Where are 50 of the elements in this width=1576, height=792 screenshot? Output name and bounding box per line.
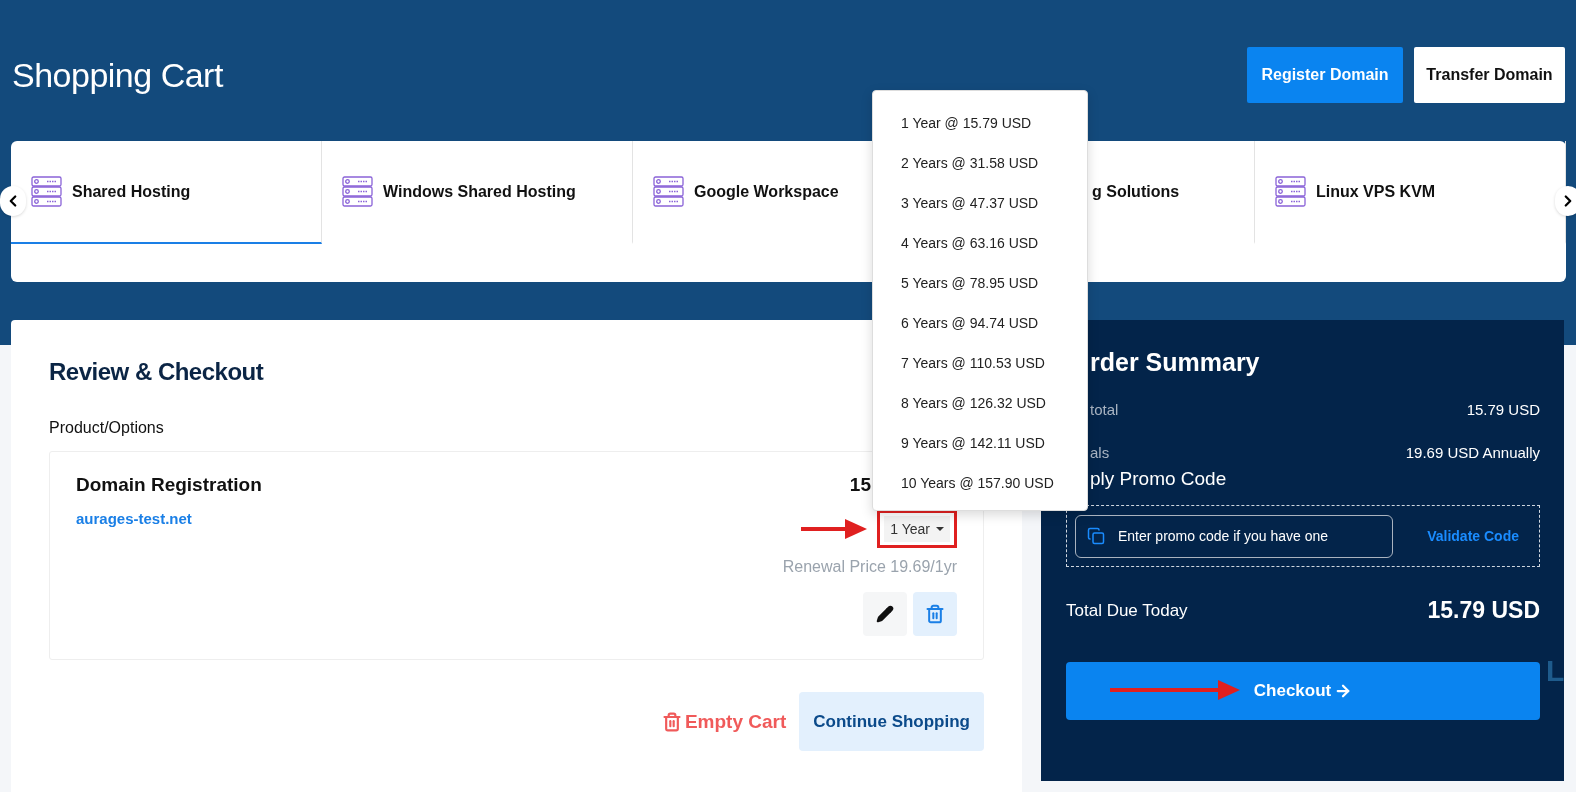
scroll-right-button[interactable] (1555, 186, 1576, 216)
renewal-price: Renewal Price 19.69/1yr (782, 558, 957, 576)
annotation-arrow (801, 518, 868, 540)
domain-link[interactable]: aurages-test.net (76, 510, 262, 527)
summary-label: als (1089, 444, 1110, 461)
period-select[interactable]: 1 Year (884, 516, 950, 542)
tab-label: Linux VPS KVM (1316, 182, 1436, 201)
pencil-icon (876, 605, 894, 623)
product-name: Domain Registration (76, 474, 262, 496)
total-label: Total Due Today (1066, 600, 1188, 621)
section-title: Review & Checkout (49, 358, 264, 386)
delete-button[interactable] (913, 592, 957, 636)
tab-label: Windows Shared Hosting (383, 182, 576, 201)
tab-label: Google Workspace (694, 182, 839, 201)
summary-title: rder Summary (1089, 348, 1261, 377)
promo-code-field[interactable]: Enter promo code if you have one (1075, 514, 1393, 558)
page-title: Shopping Cart (12, 55, 223, 95)
period-option[interactable]: 6 Years @ 94.74 USD (873, 303, 1087, 343)
caret-icon (936, 527, 944, 531)
copy-icon (1087, 526, 1105, 545)
item-price: 15 (849, 474, 871, 496)
server-icon (653, 176, 684, 207)
continue-shopping-button[interactable]: Continue Shopping (799, 692, 984, 751)
column-label: Product/Options (49, 419, 165, 437)
scroll-left-button[interactable] (0, 186, 26, 216)
summary-value: 19.69 USD Annually (1405, 444, 1540, 461)
edit-button[interactable] (863, 592, 907, 636)
server-icon (1275, 176, 1306, 207)
trash-icon (661, 711, 682, 732)
summary-value: 15.79 USD (1466, 401, 1540, 418)
header-button[interactable]: Register Domain (1247, 47, 1403, 103)
header-button[interactable]: Transfer Domain (1414, 47, 1565, 103)
period-option[interactable]: 8 Years @ 126.32 USD (873, 383, 1087, 423)
trash-icon (925, 604, 945, 624)
period-option[interactable]: 10 Years @ 157.90 USD (873, 463, 1087, 503)
server-icon (342, 176, 373, 207)
checkout-button[interactable]: Checkout (1066, 662, 1540, 720)
server-icon (31, 176, 62, 207)
period-option[interactable]: 1 Year @ 15.79 USD (873, 103, 1087, 143)
summary-label: total (1089, 401, 1119, 418)
promo-title: ply Promo Code (1089, 468, 1228, 490)
period-option[interactable]: 7 Years @ 110.53 USD (873, 343, 1087, 383)
period-option[interactable]: 9 Years @ 142.11 USD (873, 423, 1087, 463)
tab-label: g Solutions (1092, 182, 1180, 201)
tab-label: Shared Hosting (72, 182, 191, 201)
validate-code-button[interactable]: Validate Code (1427, 528, 1519, 544)
period-option[interactable]: 5 Years @ 78.95 USD (873, 263, 1087, 303)
category-tab[interactable]: Windows Shared Hosting (322, 141, 633, 244)
total-value: 15.79 USD (1427, 597, 1540, 624)
background-text: L (1546, 654, 1565, 688)
